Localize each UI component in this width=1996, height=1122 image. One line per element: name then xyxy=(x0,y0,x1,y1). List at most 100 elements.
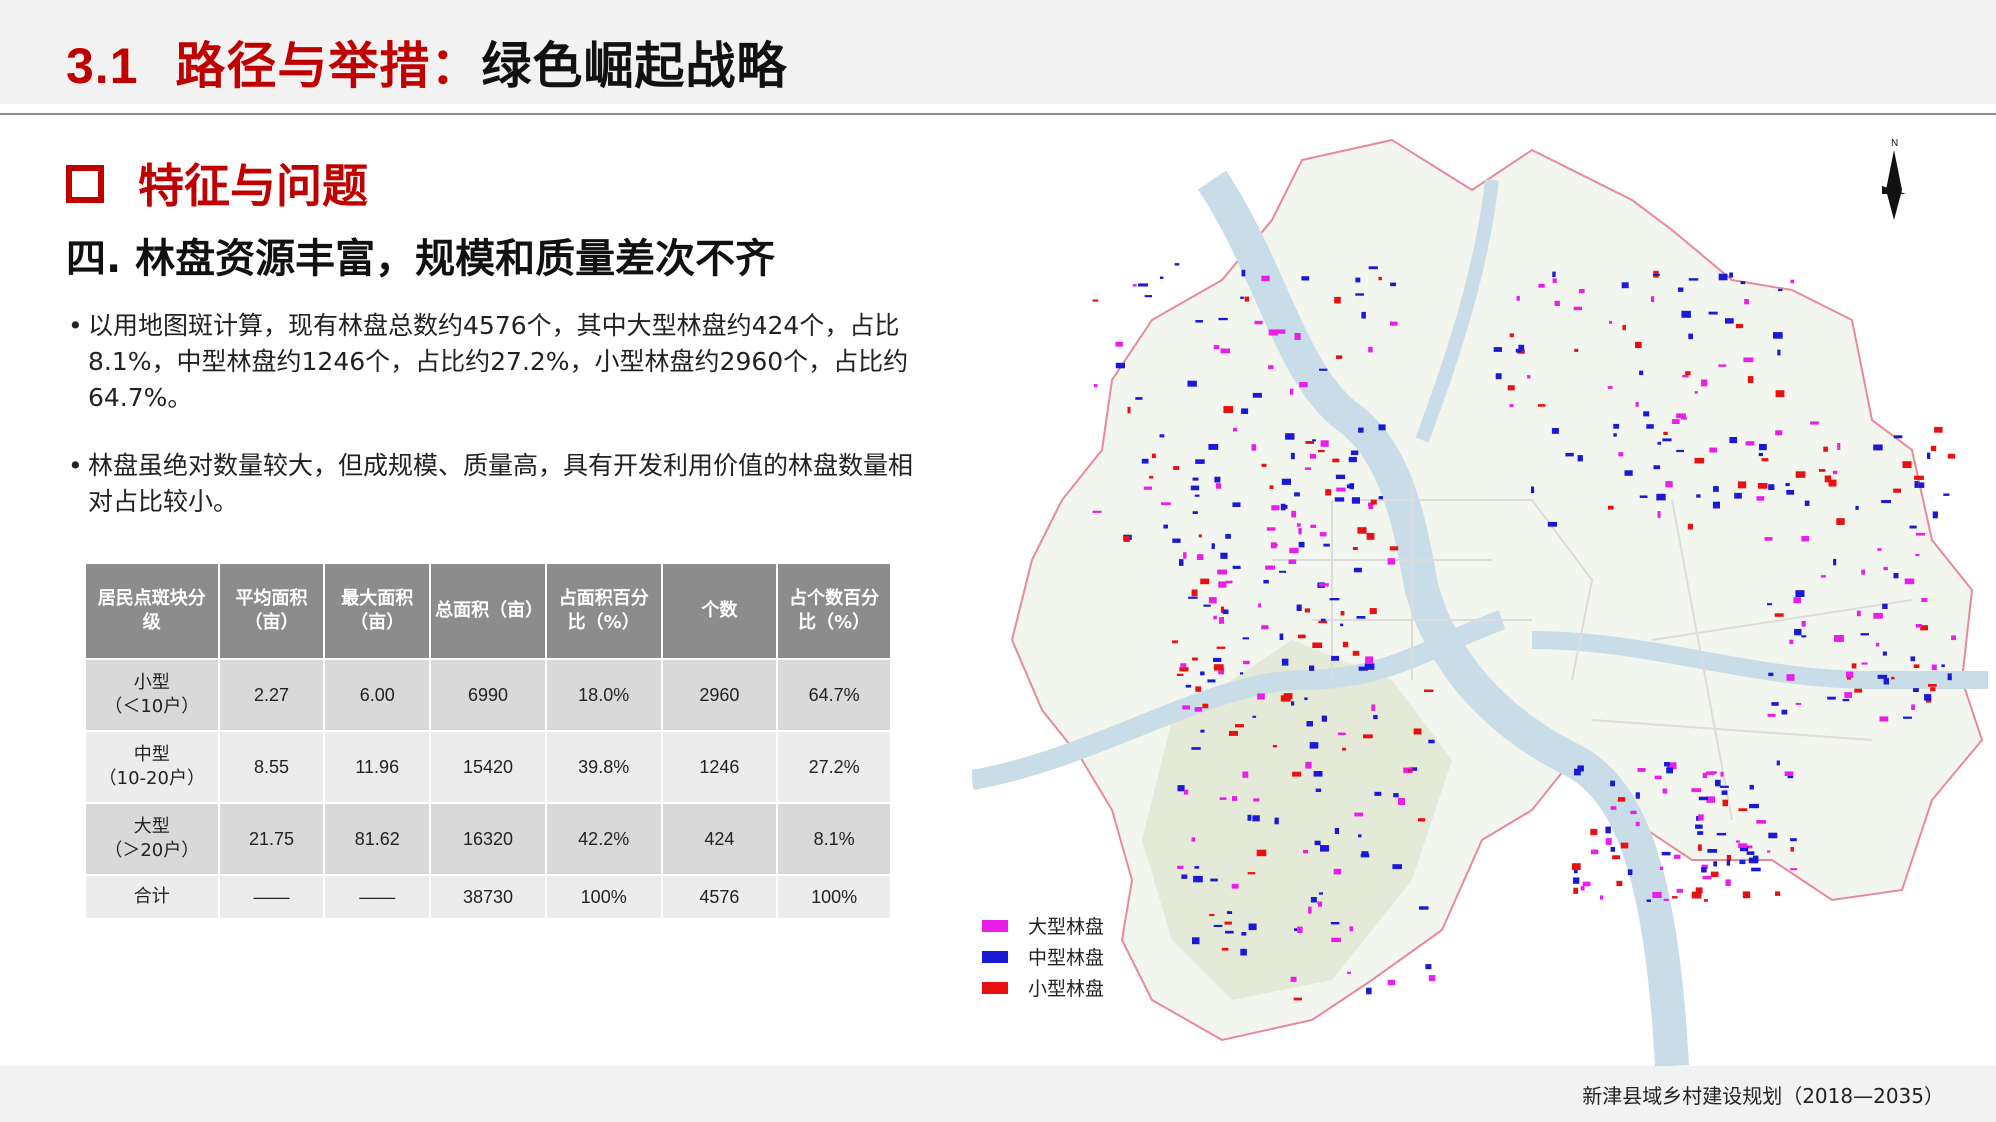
linpan-patch xyxy=(1358,427,1364,433)
linpan-patch xyxy=(1790,838,1797,842)
linpan-patch xyxy=(1726,859,1731,866)
linpan-patch xyxy=(1253,798,1260,802)
linpan-patch xyxy=(1716,832,1727,836)
linpan-patch xyxy=(1842,698,1850,702)
linpan-patch xyxy=(1855,505,1859,510)
linpan-patch xyxy=(1232,502,1241,507)
linpan-patch xyxy=(1747,376,1754,383)
linpan-patch xyxy=(1768,672,1774,677)
linpan-patch xyxy=(1746,851,1755,855)
linpan-patch xyxy=(1358,666,1368,671)
linpan-patch xyxy=(1725,318,1734,324)
linpan-patch xyxy=(1202,703,1209,709)
linpan-patch xyxy=(1232,565,1241,569)
section-heading-text: 特征与问题 xyxy=(138,159,368,213)
linpan-patch xyxy=(1340,611,1345,616)
linpan-patch xyxy=(1621,282,1629,289)
linpan-patch xyxy=(1318,583,1329,587)
linpan-patch xyxy=(1368,346,1373,353)
linpan-patch xyxy=(1337,732,1346,736)
north-label: N xyxy=(1891,138,1898,149)
linpan-patch xyxy=(1183,552,1187,559)
table-row: 小型 （＜10户） 2.27 6.00 6990 18.0% 2960 64.7% xyxy=(84,658,892,732)
linpan-patch xyxy=(1280,503,1286,511)
linpan-patch xyxy=(1365,656,1374,663)
linpan-patch xyxy=(1390,321,1398,326)
table-header: 总面积（亩） xyxy=(429,562,547,660)
linpan-patch xyxy=(1218,317,1228,321)
linpan-patch xyxy=(1837,443,1841,450)
linpan-patch xyxy=(1538,404,1546,407)
linpan-patch xyxy=(1775,430,1783,436)
linpan-patch xyxy=(1198,534,1202,538)
linpan-patch xyxy=(1622,325,1626,331)
linpan-patch xyxy=(1303,850,1309,854)
linpan-patch xyxy=(1193,875,1203,883)
linpan-patch xyxy=(1208,444,1219,450)
linpan-patch xyxy=(1247,872,1256,875)
linpan-patch xyxy=(1605,838,1612,845)
footer-text: 新津县域乡村建设规划（2018—2035） xyxy=(1582,1084,1944,1108)
linpan-patch xyxy=(1329,598,1340,601)
linpan-patch xyxy=(1590,849,1599,855)
linpan-patch xyxy=(1768,484,1775,490)
linpan-patch xyxy=(1720,771,1724,777)
linpan-patch xyxy=(1768,832,1778,839)
linpan-patch xyxy=(1827,696,1836,700)
linpan-patch xyxy=(1290,976,1297,982)
linpan-patch xyxy=(1182,705,1190,710)
linpan-patch xyxy=(1785,483,1790,487)
linpan-patch xyxy=(1349,926,1354,932)
linpan-patch xyxy=(1361,311,1366,319)
table-header-row: 居民点斑块分级 平均面积（亩） 最大面积（亩） 总面积（亩） 占面积百分比（%）… xyxy=(84,562,892,660)
linpan-patch xyxy=(1607,386,1613,389)
table-cell: —— xyxy=(323,874,432,920)
linpan-patch xyxy=(1373,715,1378,720)
linpan-patch xyxy=(1767,713,1776,717)
linpan-patch xyxy=(1794,629,1802,636)
linpan-patch xyxy=(1334,497,1345,502)
table-header: 占个数百分比（%） xyxy=(776,562,892,660)
linpan-patch xyxy=(1767,603,1772,606)
linpan-patch xyxy=(1208,597,1217,604)
linpan-patch xyxy=(1793,597,1801,604)
linpan-patch xyxy=(1777,349,1781,356)
linpan-patch xyxy=(1334,827,1339,834)
linpan-patch xyxy=(1177,785,1185,792)
linpan-patch xyxy=(1801,635,1807,638)
linpan-patch xyxy=(1196,554,1204,560)
linpan-patch xyxy=(1352,547,1358,550)
linpan-patch xyxy=(1662,788,1668,794)
linpan-patch xyxy=(1915,532,1925,536)
linpan-patch xyxy=(1909,525,1917,529)
linpan-patch xyxy=(1881,500,1891,504)
linpan-patch xyxy=(1192,511,1198,514)
linpan-patch xyxy=(1325,489,1332,496)
linpan-patch xyxy=(1173,466,1180,470)
linpan-patch xyxy=(1734,492,1742,499)
linpan-patch xyxy=(1304,697,1308,701)
bullet-text: 以用地图斑计算，现有林盘总数约4576个，其中大型林盘约424个，占比8.1%，… xyxy=(88,311,909,412)
linpan-patch xyxy=(1192,477,1199,481)
linpan-patch xyxy=(1319,368,1328,371)
table-cell-category: 大型 （＞20户） xyxy=(84,802,220,876)
linpan-patch xyxy=(1547,521,1557,527)
linpan-patch xyxy=(1509,404,1514,408)
table-header: 个数 xyxy=(660,562,779,660)
linpan-patch xyxy=(1694,457,1705,464)
linpan-patch xyxy=(1191,747,1201,750)
linpan-patch xyxy=(1656,493,1666,501)
linpan-patch xyxy=(1875,642,1880,647)
linpan-patch xyxy=(1296,523,1301,527)
linpan-patch xyxy=(1418,818,1426,822)
linpan-patch xyxy=(1132,284,1137,287)
linpan-patch xyxy=(1309,742,1319,749)
linpan-patch xyxy=(1331,937,1341,943)
linpan-patch xyxy=(1789,639,1794,645)
linpan-patch xyxy=(1928,684,1937,687)
linpan-patch xyxy=(1181,874,1188,879)
linpan-patch xyxy=(1701,379,1708,387)
linpan-patch xyxy=(1771,702,1779,706)
linpan-patch xyxy=(1893,488,1901,493)
linpan-patch xyxy=(1213,615,1217,620)
